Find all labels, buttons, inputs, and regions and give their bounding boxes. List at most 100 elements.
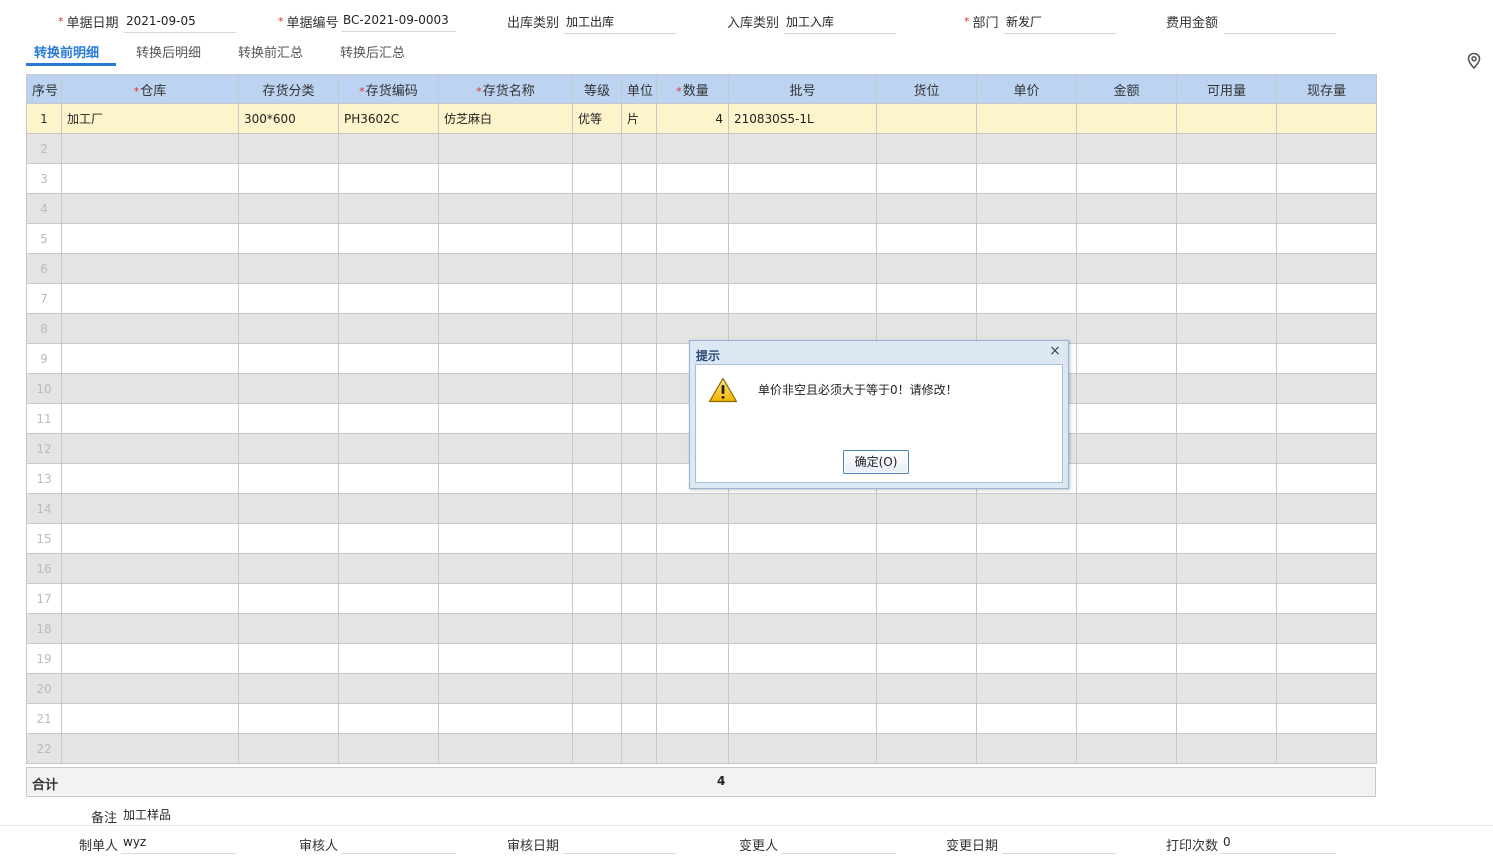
table-cell[interactable] <box>438 673 573 704</box>
table-cell[interactable] <box>1076 373 1177 404</box>
table-cell[interactable] <box>438 223 573 254</box>
table-cell[interactable] <box>572 523 622 554</box>
table-cell[interactable] <box>438 523 573 554</box>
table-row[interactable]: 19 <box>26 643 1377 674</box>
table-cell[interactable] <box>1176 193 1277 224</box>
table-cell[interactable] <box>976 133 1077 164</box>
table-cell[interactable] <box>976 193 1077 224</box>
table-cell[interactable] <box>621 193 657 224</box>
table-cell[interactable] <box>621 673 657 704</box>
table-cell[interactable] <box>1076 703 1177 734</box>
table-cell[interactable] <box>438 253 573 284</box>
table-cell[interactable] <box>572 253 622 284</box>
table-cell[interactable] <box>572 703 622 734</box>
table-cell[interactable] <box>621 583 657 614</box>
table-cell[interactable] <box>876 613 977 644</box>
column-header[interactable]: *数量 <box>656 74 729 104</box>
doc-code-input[interactable]: BC-2021-09-0003 <box>341 10 456 32</box>
table-cell[interactable] <box>1176 163 1277 194</box>
table-cell[interactable] <box>976 553 1077 584</box>
table-cell[interactable]: 300*600 <box>238 103 339 134</box>
table-cell[interactable] <box>61 373 239 404</box>
table-cell[interactable] <box>621 493 657 524</box>
table-cell[interactable] <box>1176 313 1277 344</box>
table-cell[interactable] <box>338 583 439 614</box>
table-cell[interactable] <box>61 643 239 674</box>
table-cell[interactable] <box>338 373 439 404</box>
table-row[interactable]: 18 <box>26 613 1377 644</box>
table-cell[interactable] <box>1276 493 1377 524</box>
table-cell[interactable] <box>876 253 977 284</box>
table-cell[interactable] <box>572 643 622 674</box>
table-cell[interactable] <box>656 613 729 644</box>
table-cell[interactable] <box>656 583 729 614</box>
table-cell[interactable] <box>728 283 877 314</box>
ok-button[interactable]: 确定(O) <box>843 450 909 474</box>
table-cell[interactable] <box>728 553 877 584</box>
table-cell[interactable] <box>876 523 977 554</box>
table-cell[interactable] <box>621 223 657 254</box>
table-cell[interactable] <box>61 703 239 734</box>
table-cell[interactable] <box>1276 283 1377 314</box>
table-cell[interactable] <box>238 433 339 464</box>
table-cell[interactable] <box>61 133 239 164</box>
table-cell[interactable] <box>438 583 573 614</box>
table-cell[interactable] <box>976 523 1077 554</box>
column-header[interactable]: *仓库 <box>61 74 239 104</box>
table-cell[interactable]: 仿芝麻白 <box>438 103 573 134</box>
table-cell[interactable] <box>238 523 339 554</box>
table-cell[interactable] <box>621 403 657 434</box>
table-cell[interactable] <box>238 193 339 224</box>
table-row[interactable]: 16 <box>26 553 1377 584</box>
table-cell[interactable] <box>728 193 877 224</box>
column-header[interactable]: 批号 <box>728 74 877 104</box>
table-cell[interactable] <box>1276 553 1377 584</box>
table-cell[interactable] <box>438 433 573 464</box>
table-cell[interactable]: 片 <box>621 103 657 134</box>
table-cell[interactable] <box>1276 373 1377 404</box>
table-cell[interactable] <box>1176 403 1277 434</box>
table-cell[interactable] <box>438 343 573 374</box>
table-row[interactable]: 3 <box>26 163 1377 194</box>
table-cell[interactable] <box>238 223 339 254</box>
table-cell[interactable] <box>1076 103 1177 134</box>
table-cell[interactable] <box>656 283 729 314</box>
table-cell[interactable] <box>1076 523 1177 554</box>
table-cell[interactable] <box>876 643 977 674</box>
table-cell[interactable] <box>976 493 1077 524</box>
table-cell[interactable] <box>1076 463 1177 494</box>
table-cell[interactable]: PH3602C <box>338 103 439 134</box>
table-cell[interactable] <box>238 613 339 644</box>
tab-after-summary[interactable]: 转换后汇总 <box>340 42 405 64</box>
table-cell[interactable] <box>728 133 877 164</box>
table-cell[interactable] <box>438 193 573 224</box>
table-cell[interactable] <box>728 493 877 524</box>
table-cell[interactable] <box>621 643 657 674</box>
table-row[interactable]: 5 <box>26 223 1377 254</box>
table-cell[interactable] <box>656 673 729 704</box>
table-cell[interactable] <box>238 253 339 284</box>
table-cell[interactable] <box>238 283 339 314</box>
table-cell[interactable] <box>656 163 729 194</box>
table-cell[interactable] <box>876 223 977 254</box>
table-cell[interactable] <box>621 313 657 344</box>
table-cell[interactable] <box>1276 463 1377 494</box>
table-cell[interactable] <box>728 253 877 284</box>
table-cell[interactable] <box>1276 733 1377 764</box>
table-cell[interactable] <box>976 643 1077 674</box>
table-cell[interactable] <box>438 283 573 314</box>
table-cell[interactable] <box>1176 103 1277 134</box>
table-cell[interactable] <box>572 193 622 224</box>
table-cell[interactable] <box>338 283 439 314</box>
table-cell[interactable] <box>876 553 977 584</box>
table-cell[interactable] <box>238 583 339 614</box>
table-cell[interactable] <box>1176 223 1277 254</box>
table-cell[interactable] <box>438 163 573 194</box>
table-cell[interactable] <box>656 313 729 344</box>
table-cell[interactable] <box>61 583 239 614</box>
table-row[interactable]: 15 <box>26 523 1377 554</box>
table-cell[interactable] <box>1176 673 1277 704</box>
table-cell[interactable] <box>438 313 573 344</box>
table-cell[interactable] <box>572 433 622 464</box>
table-cell[interactable] <box>1076 133 1177 164</box>
